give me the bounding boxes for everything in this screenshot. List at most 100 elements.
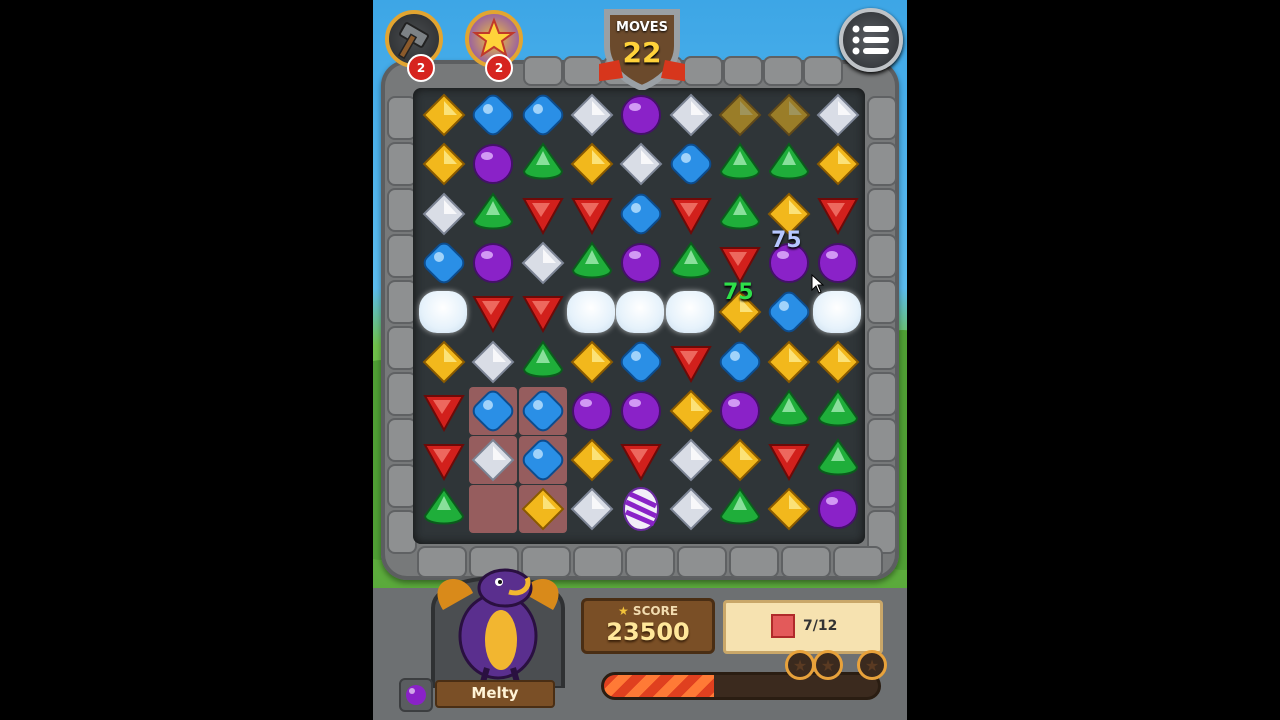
yellow-gem[interactable] bbox=[421, 339, 467, 385]
wall-stone bbox=[833, 546, 883, 578]
dragon-pet-icon bbox=[431, 568, 565, 688]
purple-gem[interactable] bbox=[569, 388, 615, 434]
green-gem[interactable] bbox=[470, 191, 516, 237]
blue-gem[interactable] bbox=[618, 339, 664, 385]
red-gem[interactable] bbox=[766, 437, 812, 483]
green-gem[interactable] bbox=[766, 388, 812, 434]
white-gem[interactable] bbox=[470, 339, 516, 385]
wall-stone bbox=[867, 142, 897, 186]
blue-gem[interactable] bbox=[520, 437, 566, 483]
purple-gem[interactable] bbox=[717, 388, 763, 434]
yellow-gem[interactable] bbox=[520, 486, 566, 532]
yellow-gem[interactable] bbox=[717, 437, 763, 483]
purple-gem[interactable] bbox=[470, 141, 516, 187]
wall-stone bbox=[867, 372, 897, 416]
wall-stone bbox=[723, 56, 763, 86]
progress-star-1-icon: ★ bbox=[785, 650, 815, 680]
goal-progress-text: 7/12 bbox=[803, 618, 838, 634]
menu-button[interactable] bbox=[839, 8, 903, 72]
wall-stone bbox=[523, 56, 563, 86]
purple-gem[interactable] bbox=[470, 240, 516, 286]
white-gem[interactable] bbox=[668, 486, 714, 532]
white-gem[interactable] bbox=[520, 240, 566, 286]
green-gem[interactable] bbox=[421, 486, 467, 532]
green-gem[interactable] bbox=[520, 141, 566, 187]
green-gem[interactable] bbox=[717, 141, 763, 187]
white-gem[interactable] bbox=[569, 486, 615, 532]
red-gem[interactable] bbox=[520, 191, 566, 237]
score-label: ★ SCORE bbox=[617, 604, 679, 618]
yellow-gem[interactable] bbox=[569, 339, 615, 385]
faded-yellow-gem[interactable] bbox=[766, 92, 812, 138]
wall-stone bbox=[729, 546, 779, 578]
yellow-gem[interactable] bbox=[815, 141, 861, 187]
score-value: 23500 bbox=[606, 618, 690, 646]
cloud-blocker bbox=[813, 291, 862, 334]
white-gem[interactable] bbox=[470, 437, 516, 483]
red-gem[interactable] bbox=[618, 437, 664, 483]
floating-points-2: 75 bbox=[723, 280, 754, 305]
green-gem[interactable] bbox=[815, 388, 861, 434]
white-gem[interactable] bbox=[668, 92, 714, 138]
star-count-badge: 2 bbox=[485, 54, 513, 82]
white-gem[interactable] bbox=[815, 92, 861, 138]
red-gem[interactable] bbox=[569, 191, 615, 237]
blue-gem[interactable] bbox=[668, 141, 714, 187]
blue-gem[interactable] bbox=[766, 289, 812, 335]
blue-gem[interactable] bbox=[520, 92, 566, 138]
blue-gem[interactable] bbox=[421, 240, 467, 286]
green-gem[interactable] bbox=[668, 240, 714, 286]
purple-gem[interactable] bbox=[618, 92, 664, 138]
wall-stone bbox=[867, 188, 897, 232]
blue-gem[interactable] bbox=[470, 388, 516, 434]
yellow-gem[interactable] bbox=[815, 339, 861, 385]
moves-label: MOVES bbox=[616, 20, 668, 35]
green-gem[interactable] bbox=[717, 486, 763, 532]
purple-gem-icon bbox=[406, 685, 426, 705]
score-progress-bar bbox=[601, 672, 881, 700]
blue-gem[interactable] bbox=[470, 92, 516, 138]
cloud-blocker bbox=[566, 291, 615, 334]
white-gem[interactable] bbox=[618, 141, 664, 187]
blue-gem[interactable] bbox=[717, 339, 763, 385]
trophy-icon: ★ bbox=[617, 604, 633, 618]
white-gem[interactable] bbox=[569, 92, 615, 138]
white-gem[interactable] bbox=[421, 191, 467, 237]
moves-counter: 22 bbox=[622, 36, 662, 69]
white-gem[interactable] bbox=[668, 437, 714, 483]
blue-gem[interactable] bbox=[618, 191, 664, 237]
yellow-gem[interactable] bbox=[668, 388, 714, 434]
green-gem[interactable] bbox=[569, 240, 615, 286]
green-gem[interactable] bbox=[520, 339, 566, 385]
yellow-gem[interactable] bbox=[569, 141, 615, 187]
blue-gem[interactable] bbox=[520, 388, 566, 434]
hammer-count-badge: 2 bbox=[407, 54, 435, 82]
red-gem[interactable] bbox=[421, 437, 467, 483]
progress-star-2-icon: ★ bbox=[813, 650, 843, 680]
green-gem[interactable] bbox=[815, 437, 861, 483]
yellow-gem[interactable] bbox=[421, 141, 467, 187]
red-gem[interactable] bbox=[421, 388, 467, 434]
score-progress-fill bbox=[604, 675, 714, 697]
yellow-gem[interactable] bbox=[421, 92, 467, 138]
red-gem[interactable] bbox=[668, 339, 714, 385]
green-gem[interactable] bbox=[766, 141, 812, 187]
purple-gem[interactable] bbox=[815, 486, 861, 532]
wall-stone bbox=[625, 546, 675, 578]
red-gem[interactable] bbox=[668, 191, 714, 237]
green-gem[interactable] bbox=[717, 191, 763, 237]
red-gem[interactable] bbox=[520, 289, 566, 335]
yellow-gem[interactable] bbox=[766, 339, 812, 385]
red-gem[interactable] bbox=[815, 191, 861, 237]
red-gem[interactable] bbox=[470, 289, 516, 335]
purple-gem[interactable] bbox=[618, 388, 664, 434]
wall-stone bbox=[867, 464, 897, 508]
purple-gem[interactable] bbox=[618, 240, 664, 286]
wall-stone bbox=[683, 56, 723, 86]
faded-yellow-gem[interactable] bbox=[717, 92, 763, 138]
red-gem[interactable] bbox=[717, 240, 763, 286]
wall-stone bbox=[763, 56, 803, 86]
yellow-gem[interactable] bbox=[766, 486, 812, 532]
striped-egg[interactable] bbox=[618, 486, 664, 532]
yellow-gem[interactable] bbox=[569, 437, 615, 483]
